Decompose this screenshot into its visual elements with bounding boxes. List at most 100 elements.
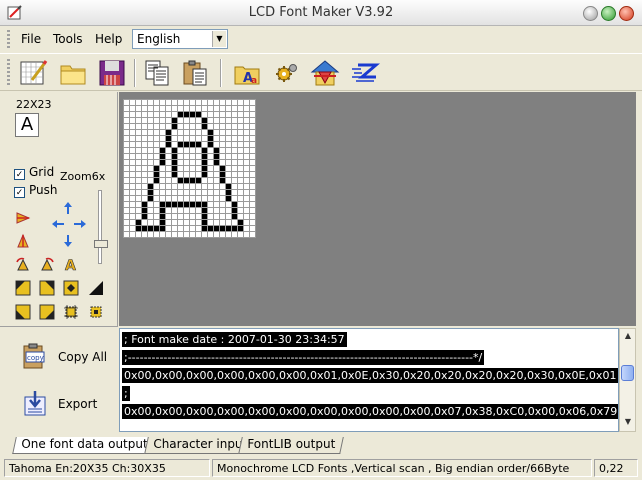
maximize-button[interactable] (601, 6, 616, 21)
pixel-on[interactable] (160, 220, 165, 225)
copy-all-button[interactable]: copy Copy All (20, 339, 107, 375)
pixel-on[interactable] (184, 112, 189, 117)
pixel-on[interactable] (202, 208, 207, 213)
pixel-on[interactable] (208, 226, 213, 231)
new-font-icon[interactable] (18, 58, 48, 88)
pixel-on[interactable] (202, 160, 207, 165)
pixel-on[interactable] (160, 208, 165, 213)
grid-checkbox[interactable]: ✓ Grid (14, 165, 54, 180)
pixel-on[interactable] (196, 142, 201, 147)
pixel-on[interactable] (214, 154, 219, 159)
pixel-on[interactable] (160, 160, 165, 165)
fill-center-icon[interactable] (63, 280, 79, 296)
pixel-on[interactable] (142, 208, 147, 213)
pixel-on[interactable] (160, 214, 165, 219)
pixel-on[interactable] (208, 136, 213, 141)
shift-up-icon[interactable] (60, 200, 76, 216)
pixel-on[interactable] (196, 112, 201, 117)
pixel-on[interactable] (184, 202, 189, 207)
pixel-on[interactable] (184, 178, 189, 183)
pixel-on[interactable] (190, 112, 195, 117)
pixel-on[interactable] (136, 220, 141, 225)
pixel-on[interactable] (238, 220, 243, 225)
pixel-on[interactable] (160, 148, 165, 153)
export-z-icon[interactable] (350, 58, 380, 88)
pixel-on[interactable] (226, 196, 231, 201)
pixel-on[interactable] (148, 190, 153, 195)
pixel-on[interactable] (190, 142, 195, 147)
pixel-on[interactable] (214, 226, 219, 231)
pixel-on[interactable] (160, 226, 165, 231)
shift-right-icon[interactable] (72, 216, 88, 232)
fill-top-right-icon[interactable] (39, 280, 55, 296)
pixel-on[interactable] (172, 118, 177, 123)
pixel-on[interactable] (166, 202, 171, 207)
pixel-on[interactable] (196, 202, 201, 207)
pixel-on[interactable] (172, 172, 177, 177)
pixel-on[interactable] (202, 154, 207, 159)
fill-bottom-left-icon[interactable] (15, 304, 31, 320)
pixel-on[interactable] (172, 166, 177, 171)
toolbar-grip[interactable] (7, 59, 10, 87)
pixel-on[interactable] (196, 178, 201, 183)
settings-gear-icon[interactable] (271, 58, 301, 88)
pixel-on[interactable] (184, 142, 189, 147)
language-select[interactable]: English ▼ (132, 29, 228, 49)
shift-left-icon[interactable] (50, 216, 66, 232)
bold-a-icon[interactable]: A (63, 256, 79, 272)
pixel-on[interactable] (220, 166, 225, 171)
pixel-on[interactable] (220, 178, 225, 183)
pixel-on[interactable] (202, 172, 207, 177)
pixel-on[interactable] (148, 196, 153, 201)
output-scrollbar[interactable]: ▲ ▼ (619, 328, 636, 432)
rotate-right-icon[interactable] (39, 256, 55, 272)
edit-canvas[interactable] (119, 92, 636, 326)
pixel-on[interactable] (142, 226, 147, 231)
pixel-on[interactable] (208, 130, 213, 135)
pixel-on[interactable] (172, 160, 177, 165)
fill-top-left-icon[interactable] (15, 280, 31, 296)
pixel-on[interactable] (232, 208, 237, 213)
pixel-grid[interactable] (123, 99, 256, 238)
pixel-on[interactable] (202, 226, 207, 231)
pixel-on[interactable] (232, 202, 237, 207)
open-folder-icon[interactable] (58, 58, 88, 88)
pixel-on[interactable] (226, 190, 231, 195)
scroll-up-icon[interactable]: ▲ (622, 331, 634, 343)
pixel-on[interactable] (202, 118, 207, 123)
pixel-on[interactable] (202, 202, 207, 207)
pixel-on[interactable] (166, 136, 171, 141)
pixel-on[interactable] (148, 226, 153, 231)
pixel-on[interactable] (238, 226, 243, 231)
import-house-icon[interactable] (310, 58, 340, 88)
pixel-on[interactable] (166, 130, 171, 135)
fill-bottom-right-icon[interactable] (39, 304, 55, 320)
pixel-on[interactable] (202, 220, 207, 225)
pixel-on[interactable] (154, 166, 159, 171)
pixel-on[interactable] (154, 178, 159, 183)
pixel-on[interactable] (232, 214, 237, 219)
pixel-on[interactable] (220, 226, 225, 231)
zoom-slider-thumb[interactable] (94, 240, 108, 248)
pixel-on[interactable] (178, 112, 183, 117)
paste-icon[interactable] (180, 58, 210, 88)
pixel-on[interactable] (208, 142, 213, 147)
pixel-on[interactable] (202, 148, 207, 153)
pixel-on[interactable] (202, 214, 207, 219)
pixel-on[interactable] (202, 166, 207, 171)
pixel-on[interactable] (160, 202, 165, 207)
pixel-on[interactable] (190, 178, 195, 183)
scroll-thumb[interactable] (621, 365, 634, 381)
mirror-horizontal-icon[interactable] (15, 210, 31, 226)
pixel-on[interactable] (214, 148, 219, 153)
pixel-on[interactable] (154, 172, 159, 177)
zoom-slider-track[interactable] (98, 190, 102, 264)
pixel-on[interactable] (226, 184, 231, 189)
pixel-on[interactable] (178, 142, 183, 147)
invert-icon[interactable] (88, 280, 104, 296)
pixel-on[interactable] (202, 124, 207, 129)
pixel-on[interactable] (172, 154, 177, 159)
pixel-on[interactable] (220, 172, 225, 177)
push-checkbox[interactable]: ✓ Push (14, 183, 58, 198)
rotate-left-icon[interactable] (15, 256, 31, 272)
